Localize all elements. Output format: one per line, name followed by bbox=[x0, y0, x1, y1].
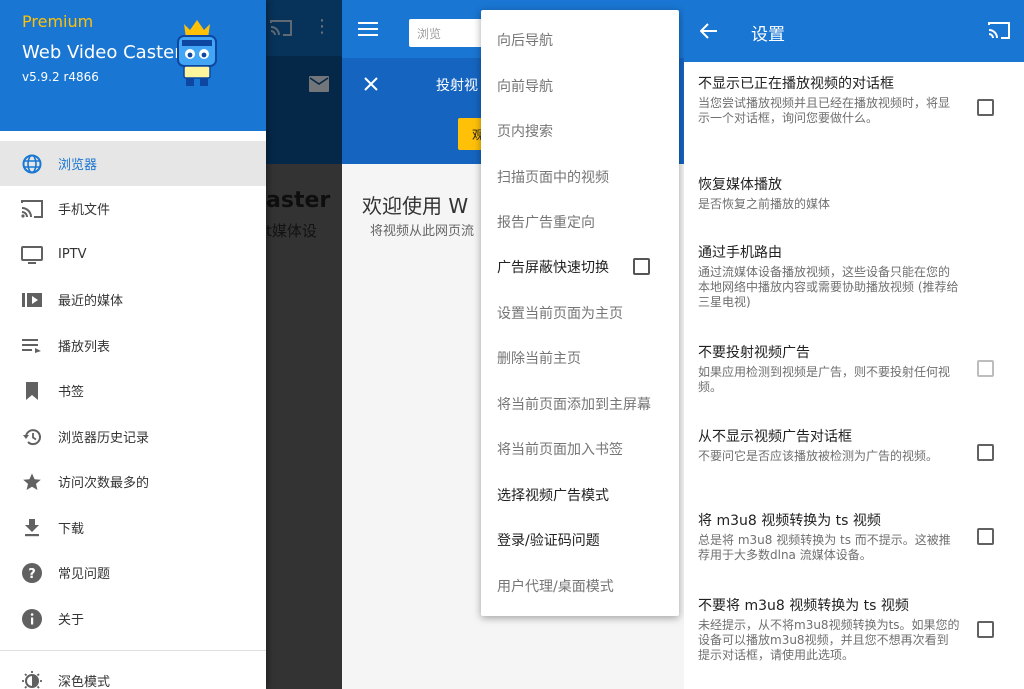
setting-title: 从不显示视频广告对话框 bbox=[698, 429, 852, 445]
navigation-drawer: Premium Web Video Caster v5.9.2 r4866 浏览… bbox=[0, 0, 266, 689]
drawer-item-downloads[interactable]: 下载 bbox=[0, 505, 266, 550]
cast-icon[interactable] bbox=[988, 22, 1010, 39]
setting-description: 是否恢复之前播放的媒体 bbox=[698, 197, 831, 211]
star-icon bbox=[21, 471, 43, 493]
drawer-item-label: 访问次数最多的 bbox=[58, 476, 150, 491]
info-icon bbox=[21, 608, 43, 630]
drawer-item-label: 手机文件 bbox=[58, 203, 111, 218]
menu-item-navigate-forward[interactable]: 向前导航 bbox=[481, 63, 679, 108]
setting-never-show-ad-dialog[interactable]: 从不显示视频广告对话框 不要问它是否应该播放被检测为广告的视频。 bbox=[698, 428, 960, 464]
drawer-item-about[interactable]: 关于 bbox=[0, 596, 266, 641]
drawer-item-label: 浏览器历史记录 bbox=[58, 431, 150, 446]
back-arrow-icon[interactable] bbox=[700, 23, 718, 39]
welcome-subtitle: 将视频从此网页流 bbox=[370, 224, 475, 239]
menu-item-video-ad-mode[interactable]: 选择视频广告模式 bbox=[481, 472, 679, 517]
setting-never-convert-m3u8[interactable]: 不要将 m3u8 视频转换为 ts 视频 未经提示，从不将m3u8视频转换为ts… bbox=[698, 597, 960, 663]
setting-description: 当您尝试播放视频并且已经在播放视频时，将显示一个对话框，询问您要做什么。 bbox=[698, 96, 951, 125]
banner-button[interactable]: 观 bbox=[458, 118, 482, 150]
drawer-item-iptv[interactable]: IPTV bbox=[0, 232, 266, 277]
menu-item-login-captcha[interactable]: 登录/验证码问题 bbox=[481, 517, 679, 562]
welcome-title: 欢迎使用 W bbox=[362, 194, 469, 218]
mascot-logo-icon bbox=[177, 20, 217, 86]
drawer-header: Premium Web Video Caster v5.9.2 r4866 bbox=[0, 0, 266, 131]
drawer-item-label: 关于 bbox=[58, 613, 85, 628]
banner-text: 投射视 bbox=[436, 78, 478, 94]
setting-convert-m3u8[interactable]: 将 m3u8 视频转换为 ts 视频 总是将 m3u8 视频转换为 ts 而不提… bbox=[698, 512, 960, 563]
globe-icon bbox=[21, 153, 43, 175]
setting-resume-playback[interactable]: 恢复媒体播放 是否恢复之前播放的媒体 bbox=[698, 176, 960, 212]
help-icon: ? bbox=[21, 562, 43, 584]
svg-text:?: ? bbox=[28, 567, 36, 582]
setting-no-cast-ads[interactable]: 不要投射视频广告 如果应用检测到视频是广告，则不要投射任何视频。 bbox=[698, 344, 960, 395]
setting-description: 如果应用检测到视频是广告，则不要投射任何视频。 bbox=[698, 365, 951, 394]
setting-title: 不显示已正在播放视频的对话框 bbox=[698, 76, 894, 92]
drawer-item-label: IPTV bbox=[58, 247, 87, 262]
menu-item-user-agent[interactable]: 用户代理/桌面模式 bbox=[481, 563, 679, 608]
menu-icon[interactable] bbox=[358, 22, 378, 36]
drawer-item-recent-media[interactable]: 最近的媒体 bbox=[0, 277, 266, 322]
recent-media-icon bbox=[21, 289, 43, 311]
drawer-item-dark-mode[interactable]: 深色模式 bbox=[0, 658, 266, 689]
settings-screen: 设置 不显示已正在播放视频的对话框 当您尝试播放视频并且已经在播放视频时，将显示… bbox=[684, 0, 1024, 689]
drawer-item-faq[interactable]: ? 常见问题 bbox=[0, 550, 266, 595]
drawer-item-bookmarks[interactable]: 书签 bbox=[0, 368, 266, 413]
history-icon bbox=[21, 426, 43, 448]
cast-icon bbox=[21, 198, 43, 220]
bookmark-icon bbox=[21, 380, 43, 402]
adblock-checkbox[interactable] bbox=[633, 258, 650, 275]
setting-checkbox[interactable] bbox=[977, 444, 994, 461]
drawer-item-label: 下载 bbox=[58, 522, 85, 537]
setting-checkbox[interactable] bbox=[977, 360, 994, 377]
setting-checkbox[interactable] bbox=[977, 99, 994, 116]
setting-description: 通过流媒体设备播放视频，这些设备只能在您的本地网络中播放内容或需要协助播放视频 … bbox=[698, 265, 959, 309]
menu-item-set-homepage[interactable]: 设置当前页面为主页 bbox=[481, 290, 679, 335]
setting-title: 不要将 m3u8 视频转换为 ts 视频 bbox=[698, 598, 909, 614]
tv-icon bbox=[21, 244, 43, 266]
drawer-item-label: 播放列表 bbox=[58, 340, 111, 355]
download-icon bbox=[21, 517, 43, 539]
drawer-item-most-visited[interactable]: 访问次数最多的 bbox=[0, 459, 266, 504]
setting-title: 恢复媒体播放 bbox=[698, 177, 782, 193]
page-title: 设置 bbox=[751, 25, 785, 45]
drawer-item-label: 浏览器 bbox=[58, 158, 98, 173]
drawer-item-label: 最近的媒体 bbox=[58, 294, 124, 309]
menu-item-remove-homepage[interactable]: 删除当前主页 bbox=[481, 335, 679, 380]
playlist-icon bbox=[21, 335, 43, 357]
setting-checkbox[interactable] bbox=[977, 621, 994, 638]
setting-checkbox[interactable] bbox=[977, 528, 994, 545]
drawer-item-label: 书签 bbox=[58, 385, 85, 400]
setting-route-through-phone[interactable]: 通过手机路由 通过流媒体设备播放视频，这些设备只能在您的本地网络中播放内容或需要… bbox=[698, 244, 960, 310]
menu-item-navigate-back[interactable]: 向后导航 bbox=[481, 17, 679, 62]
drawer-item-label: 常见问题 bbox=[58, 567, 111, 582]
setting-title: 通过手机路由 bbox=[698, 245, 782, 261]
menu-item-add-bookmark[interactable]: 将当前页面加入书签 bbox=[481, 426, 679, 471]
overflow-menu: 向后导航 向前导航 页内搜索 扫描页面中的视频 报告广告重定向 广告屏蔽快速切换… bbox=[481, 10, 679, 616]
setting-title: 不要投射视频广告 bbox=[698, 345, 810, 361]
drawer-item-label: 深色模式 bbox=[58, 675, 111, 689]
setting-hide-playing-dialog[interactable]: 不显示已正在播放视频的对话框 当您尝试播放视频并且已经在播放视频时，将显示一个对… bbox=[698, 75, 960, 126]
drawer-screen: ⋮ aster t媒体设 Premium Web Video Caster v5… bbox=[0, 0, 342, 689]
drawer-item-playlist[interactable]: 播放列表 bbox=[0, 323, 266, 368]
setting-description: 未经提示，从不将m3u8视频转换为ts。如果您的设备可以播放m3u8视频，并且您… bbox=[698, 618, 960, 662]
settings-app-bar bbox=[684, 0, 1024, 62]
browser-screen: 浏览 投射视 观 欢迎使用 W 将视频从此网页流 向后导航 向前导航 页内搜索 … bbox=[342, 0, 684, 689]
menu-item-add-to-home-screen[interactable]: 将当前页面添加到主屏幕 bbox=[481, 381, 679, 426]
drawer-item-browser[interactable]: 浏览器 bbox=[0, 141, 266, 186]
scrim[interactable] bbox=[266, 0, 342, 689]
premium-badge: Premium bbox=[22, 12, 94, 31]
drawer-divider bbox=[0, 650, 266, 651]
close-icon[interactable] bbox=[364, 77, 378, 91]
app-name: Web Video Caster bbox=[22, 42, 182, 63]
menu-item-scan-videos[interactable]: 扫描页面中的视频 bbox=[481, 154, 679, 199]
setting-title: 将 m3u8 视频转换为 ts 视频 bbox=[698, 513, 881, 529]
setting-description: 不要问它是否应该播放被检测为广告的视频。 bbox=[698, 449, 939, 463]
drawer-item-history[interactable]: 浏览器历史记录 bbox=[0, 414, 266, 459]
setting-description: 总是将 m3u8 视频转换为 ts 而不提示。这被推荐用于大多数dlna 流媒体… bbox=[698, 533, 951, 562]
dark-mode-icon bbox=[21, 670, 43, 689]
drawer-item-phone-files[interactable]: 手机文件 bbox=[0, 186, 266, 231]
menu-item-find-in-page[interactable]: 页内搜索 bbox=[481, 108, 679, 153]
app-version: v5.9.2 r4866 bbox=[22, 70, 99, 84]
menu-item-report-ad-redirect[interactable]: 报告广告重定向 bbox=[481, 199, 679, 244]
